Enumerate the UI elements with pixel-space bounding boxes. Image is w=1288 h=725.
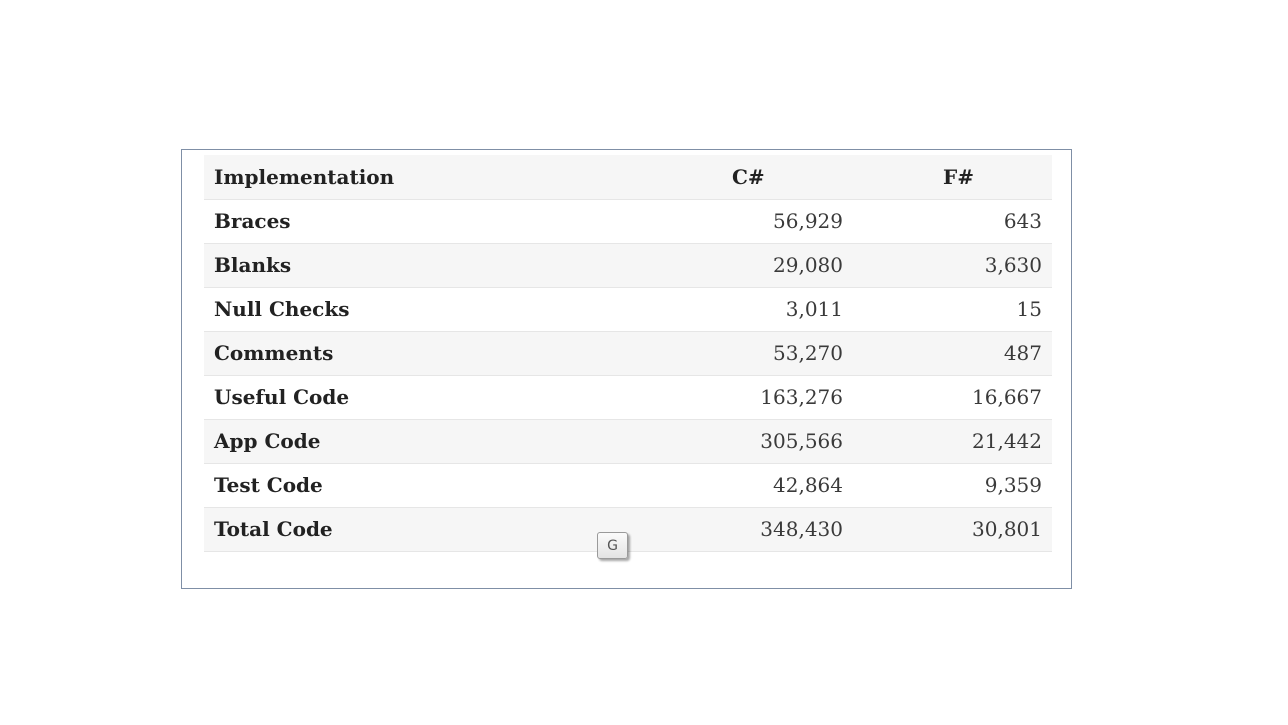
table-frame: Implementation C# F# Braces 56,929 643 Blan… [181,149,1072,589]
fsharp-value: 3,630 [984,253,1042,277]
fsharp-value: 9,359 [984,473,1042,497]
table-row: Test Code 42,864 9,359 [204,463,1052,507]
table-row: App Code 305,566 21,442 [204,419,1052,463]
code-statistics-table: Implementation C# F# Braces 56,929 643 Blan… [204,155,1052,552]
csharp-value: 163,276 [760,385,843,409]
csharp-value: 348,430 [760,517,843,541]
table-header-row: Implementation C# F# [204,155,1052,199]
row-label: Blanks [214,253,292,277]
row-label: Braces [214,209,291,233]
translate-badge-label: G [607,537,618,554]
csharp-value: 53,270 [773,341,843,365]
row-label: Test Code [214,473,323,497]
table-row: Null Checks 3,011 15 [204,287,1052,331]
header-fsharp: F# [943,164,974,189]
fsharp-value: 30,801 [972,517,1042,541]
row-label: Comments [214,341,334,365]
table-body: Braces 56,929 643 Blanks 29,080 3,630 Null Che… [204,199,1052,551]
row-label: App Code [214,429,321,453]
table-row: Comments 53,270 487 [204,331,1052,375]
row-label: Null Checks [214,297,350,321]
csharp-value: 305,566 [760,429,843,453]
fsharp-value: 15 [1016,297,1042,321]
table-row: Blanks 29,080 3,630 [204,243,1052,287]
csharp-value: 3,011 [785,297,843,321]
header-implementation: Implementation [214,164,395,189]
csharp-value: 56,929 [773,209,843,233]
table-row: Total Code 348,430 30,801 [204,507,1052,551]
table-row: Useful Code 163,276 16,667 [204,375,1052,419]
fsharp-value: 21,442 [972,429,1042,453]
fsharp-value: 643 [1003,209,1042,233]
csharp-value: 29,080 [773,253,843,277]
google-translate-icon[interactable]: G [597,532,628,559]
fsharp-value: 487 [1003,341,1042,365]
fsharp-value: 16,667 [972,385,1042,409]
csharp-value: 42,864 [773,473,843,497]
row-label: Useful Code [214,385,350,409]
row-label: Total Code [214,517,333,541]
table-row: Braces 56,929 643 [204,199,1052,243]
header-csharp: C# [732,164,765,189]
